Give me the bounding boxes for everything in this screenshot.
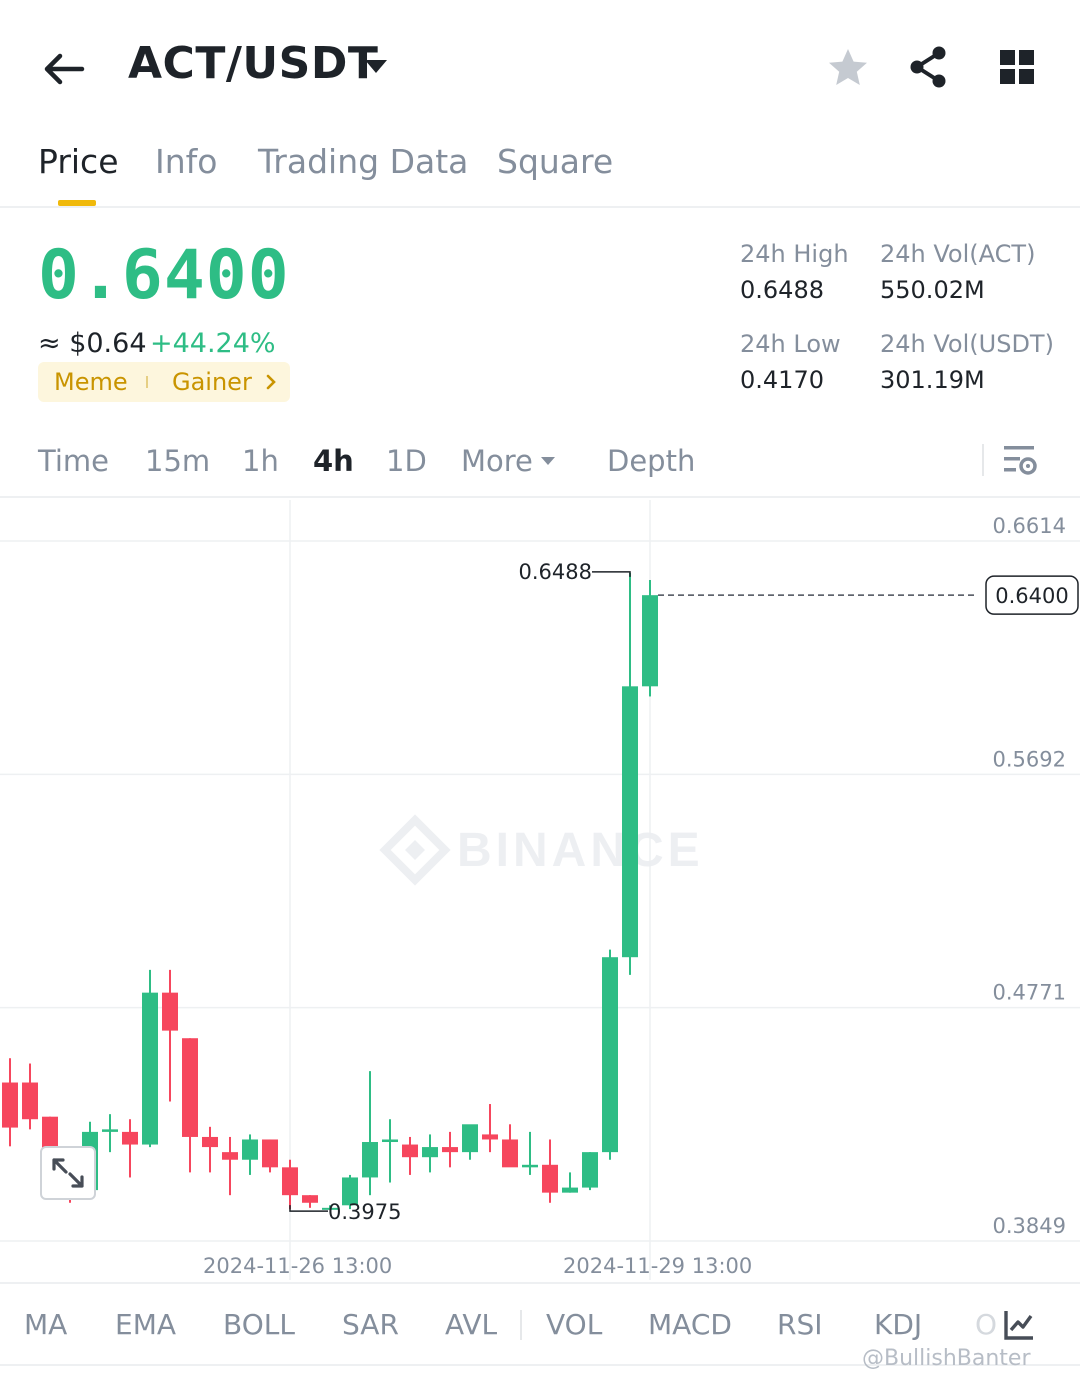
tab-bar: Price Info Trading Data Square <box>0 130 1080 208</box>
tag-meme[interactable]: Meme <box>54 368 128 396</box>
candle-body <box>382 1139 398 1143</box>
fiat-price: ≈ $0.64 <box>38 328 147 359</box>
tag-divider <box>146 376 148 388</box>
candle-body <box>482 1134 498 1140</box>
indicator-avl[interactable]: AVL <box>445 1308 497 1341</box>
low-label: 24h Low <box>740 330 841 358</box>
candle-body <box>402 1144 418 1158</box>
chevron-right-icon[interactable] <box>264 374 278 390</box>
star-icon[interactable] <box>826 46 870 90</box>
price-change: +44.24% <box>150 328 276 359</box>
time-axis: 2024-11-26 13:00 2024-11-29 13:00 <box>0 1244 1080 1284</box>
indicator-chart-icon[interactable] <box>1002 1308 1036 1342</box>
candle-body <box>442 1147 458 1153</box>
binance-watermark: BINANCE <box>379 814 704 886</box>
vol-act-value: 550.02M <box>880 276 985 304</box>
high-marker-label: 0.6488 <box>519 560 592 584</box>
indicator-divider <box>520 1310 522 1340</box>
low-value: 0.4170 <box>740 366 824 394</box>
low-marker-label: 0.3975 <box>328 1200 401 1224</box>
candle-body <box>142 992 158 1145</box>
candle-body <box>262 1139 278 1168</box>
tab-square[interactable]: Square <box>497 142 613 181</box>
candle-body <box>162 992 178 1031</box>
indicator-kdj[interactable]: KDJ <box>874 1308 922 1341</box>
high-marker-line <box>592 571 631 577</box>
interval-1d[interactable]: 1D <box>386 444 427 478</box>
indicator-more[interactable]: O <box>975 1308 997 1341</box>
price-tick: 0.5692 <box>993 747 1066 771</box>
candle-body <box>122 1131 138 1145</box>
vol-usdt-label: 24h Vol(USDT) <box>880 330 1054 358</box>
pair-title[interactable]: ACT/USDT <box>128 38 378 89</box>
candle-body <box>502 1139 518 1168</box>
candle-body <box>642 595 658 687</box>
tab-price[interactable]: Price <box>38 142 119 181</box>
last-price: 0.6400 <box>38 236 290 315</box>
interval-1h[interactable]: 1h <box>242 444 279 478</box>
high-value: 0.6488 <box>740 276 824 304</box>
candle-body <box>462 1124 478 1153</box>
candle-body <box>522 1164 538 1168</box>
tab-info[interactable]: Info <box>155 142 217 181</box>
candle-body <box>242 1139 258 1160</box>
candle-body <box>182 1038 198 1137</box>
candle-body <box>102 1129 118 1132</box>
price-tick: 0.4771 <box>993 981 1066 1005</box>
candle-body <box>602 957 618 1153</box>
interval-more[interactable]: More <box>461 444 533 478</box>
high-label: 24h High <box>740 240 849 268</box>
indicator-sar[interactable]: SAR <box>342 1308 399 1341</box>
indicator-boll[interactable]: BOLL <box>223 1308 295 1341</box>
price-tick: 0.3849 <box>993 1214 1066 1238</box>
time-tick: 2024-11-26 13:00 <box>203 1254 393 1278</box>
attribution-watermark: @BullishBanter <box>862 1346 1031 1371</box>
share-icon[interactable] <box>906 44 952 90</box>
candle-body <box>422 1147 438 1158</box>
tag-bar[interactable]: Meme Gainer <box>38 362 290 402</box>
interval-time[interactable]: Time <box>38 444 109 478</box>
candle-body <box>562 1187 578 1193</box>
candle-body <box>2 1082 18 1128</box>
caret-down-icon[interactable] <box>540 456 556 466</box>
tab-trading-data[interactable]: Trading Data <box>258 142 468 181</box>
interval-4h[interactable]: 4h <box>313 444 354 478</box>
indicator-ema[interactable]: EMA <box>115 1308 176 1341</box>
indicator-rsi[interactable]: RSI <box>777 1308 823 1341</box>
interval-bar: Time 15m 1h 4h 1D More Depth <box>0 430 1080 498</box>
interval-depth[interactable]: Depth <box>607 444 695 478</box>
watermark-text: BINANCE <box>457 824 704 877</box>
time-tick: 2024-11-29 13:00 <box>563 1254 753 1278</box>
candle-body <box>302 1195 318 1203</box>
interval-divider <box>982 444 984 476</box>
indicator-ma[interactable]: MA <box>24 1308 67 1341</box>
expand-icon <box>52 1158 84 1188</box>
vol-usdt-value: 301.19M <box>880 366 985 394</box>
active-tab-indicator <box>58 200 96 206</box>
grid-icon[interactable] <box>996 46 1038 88</box>
tag-gainer[interactable]: Gainer <box>172 368 252 396</box>
candle-body <box>622 686 638 958</box>
candle-body <box>582 1152 598 1188</box>
indicator-vol[interactable]: VOL <box>546 1308 602 1341</box>
vol-act-label: 24h Vol(ACT) <box>880 240 1036 268</box>
back-arrow-icon[interactable] <box>38 44 88 94</box>
price-tick: 0.6614 <box>993 514 1066 538</box>
interval-15m[interactable]: 15m <box>145 444 210 478</box>
chart-canvas[interactable]: 0.6614 0.5692 0.4771 0.3849 BINANCE 0.6488 0… <box>0 500 1080 1280</box>
candle-body <box>222 1152 238 1160</box>
candlestick-chart[interactable]: 0.6614 0.5692 0.4771 0.3849 BINANCE 0.6488 0… <box>0 500 1080 1280</box>
expand-chart-button[interactable] <box>40 1146 96 1200</box>
candle-body <box>542 1164 558 1193</box>
candle-body <box>22 1082 38 1120</box>
caret-down-icon[interactable] <box>362 56 390 76</box>
current-price-label: 0.6400 <box>995 584 1068 608</box>
candle-body <box>202 1136 218 1148</box>
indicator-macd[interactable]: MACD <box>648 1308 732 1341</box>
header-bar: ACT/USDT <box>0 0 1080 130</box>
chart-settings-icon[interactable] <box>1000 442 1040 480</box>
candle-body <box>362 1142 378 1178</box>
candle-body <box>282 1167 298 1196</box>
